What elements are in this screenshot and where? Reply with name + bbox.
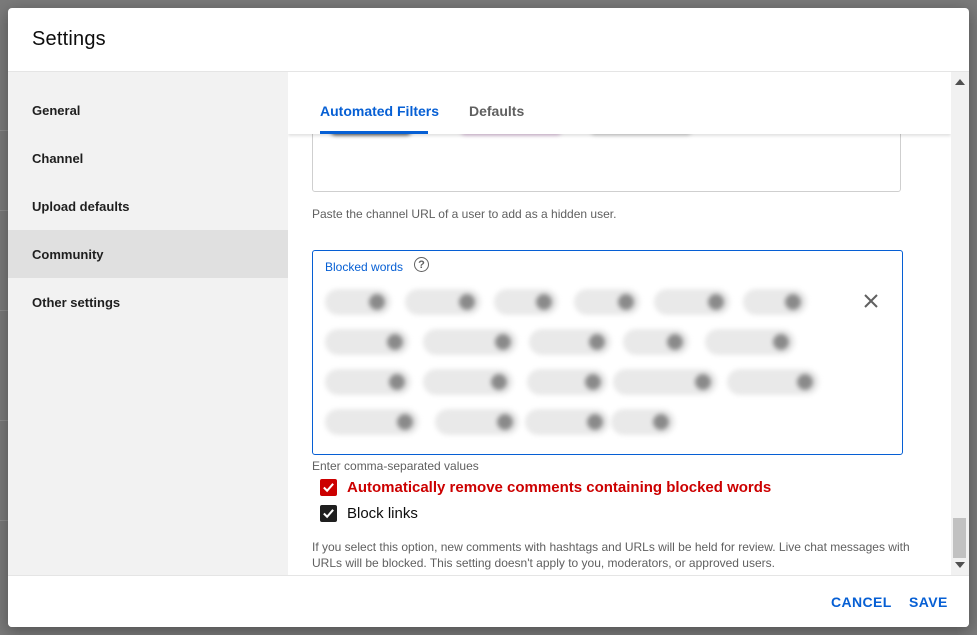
auto-remove-checkbox-row[interactable]: Automatically remove comments containing… bbox=[320, 479, 771, 496]
blocked-word-chip[interactable] bbox=[423, 329, 517, 355]
blocked-word-chip[interactable] bbox=[525, 409, 609, 435]
auto-remove-label: Automatically remove comments containing… bbox=[347, 479, 772, 496]
sidebar-item-other-settings[interactable]: Other settings bbox=[8, 278, 288, 326]
blocked-word-chip[interactable] bbox=[423, 369, 513, 395]
sidebar-item-community[interactable]: Community bbox=[8, 230, 288, 278]
blocked-words-label: Blocked words bbox=[325, 260, 404, 274]
blocked-word-chip[interactable] bbox=[529, 329, 611, 355]
hidden-users-helper: Paste the channel URL of a user to add a… bbox=[312, 207, 617, 221]
blocked-word-chip[interactable] bbox=[325, 409, 419, 435]
blocked-word-chip[interactable] bbox=[527, 369, 607, 395]
blocked-words-input[interactable]: Blocked words ? bbox=[312, 250, 903, 455]
blocked-word-chip[interactable] bbox=[494, 289, 558, 315]
auto-remove-checkbox[interactable] bbox=[320, 479, 337, 496]
blocked-word-chip[interactable] bbox=[613, 369, 717, 395]
checkmark-icon bbox=[323, 483, 334, 493]
blocked-words-helper: Enter comma-separated values bbox=[312, 459, 479, 473]
blocked-word-chip[interactable] bbox=[435, 409, 519, 435]
tab-defaults[interactable]: Defaults bbox=[469, 103, 524, 119]
sidebar-item-upload-defaults[interactable]: Upload defaults bbox=[8, 182, 288, 230]
background-divider bbox=[0, 210, 8, 211]
background-divider bbox=[0, 420, 8, 421]
block-links-label: Block links bbox=[347, 505, 418, 522]
settings-sidebar: General Channel Upload defaults Communit… bbox=[8, 72, 288, 575]
blocked-word-chip[interactable] bbox=[727, 369, 819, 395]
blocked-word-chip[interactable] bbox=[743, 289, 807, 315]
sidebar-item-label: Channel bbox=[32, 150, 84, 166]
settings-content: Automated Filters Defaults Paste the cha… bbox=[288, 72, 951, 575]
blocked-word-chip[interactable] bbox=[325, 329, 409, 355]
tab-bar: Automated Filters Defaults bbox=[288, 72, 951, 134]
scroll-up-icon[interactable] bbox=[955, 79, 965, 85]
content-scrollbar[interactable] bbox=[951, 72, 969, 575]
sidebar-item-label: Community bbox=[32, 246, 104, 262]
background-divider bbox=[0, 310, 8, 311]
blocked-word-chip[interactable] bbox=[705, 329, 795, 355]
blocked-word-chip[interactable] bbox=[325, 289, 391, 315]
scroll-down-icon[interactable] bbox=[955, 562, 965, 568]
blocked-word-chip[interactable] bbox=[405, 289, 481, 315]
dialog-header: Settings bbox=[8, 8, 969, 72]
background-divider bbox=[0, 130, 8, 131]
tab-automated-filters[interactable]: Automated Filters bbox=[320, 103, 439, 119]
blocked-word-chip[interactable] bbox=[623, 329, 689, 355]
active-tab-indicator bbox=[320, 131, 428, 134]
block-links-checkbox-row[interactable]: Block links bbox=[320, 505, 418, 522]
scrollbar-thumb[interactable] bbox=[953, 518, 966, 558]
block-links-checkbox[interactable] bbox=[320, 505, 337, 522]
blocked-word-chip[interactable] bbox=[574, 289, 640, 315]
cancel-button[interactable]: CANCEL bbox=[831, 594, 892, 610]
dialog-footer: CANCEL SAVE bbox=[8, 575, 969, 627]
sidebar-item-label: Upload defaults bbox=[32, 198, 130, 214]
save-button[interactable]: SAVE bbox=[909, 594, 948, 610]
blocked-word-chip[interactable] bbox=[654, 289, 730, 315]
settings-dialog: Settings General Channel Upload defaults… bbox=[8, 8, 969, 627]
close-icon[interactable] bbox=[861, 291, 881, 311]
block-links-description: If you select this option, new comments … bbox=[312, 540, 910, 570]
sidebar-item-label: Other settings bbox=[32, 294, 121, 310]
sidebar-item-channel[interactable]: Channel bbox=[8, 134, 288, 182]
blocked-word-chip[interactable] bbox=[325, 369, 411, 395]
dialog-title: Settings bbox=[32, 28, 106, 50]
help-circle-icon[interactable]: ? bbox=[414, 257, 429, 272]
sidebar-item-general[interactable]: General bbox=[8, 86, 288, 134]
blocked-word-chip[interactable] bbox=[611, 409, 675, 435]
sidebar-item-label: General bbox=[32, 102, 81, 118]
background-divider bbox=[0, 520, 8, 521]
checkmark-icon bbox=[323, 509, 334, 519]
